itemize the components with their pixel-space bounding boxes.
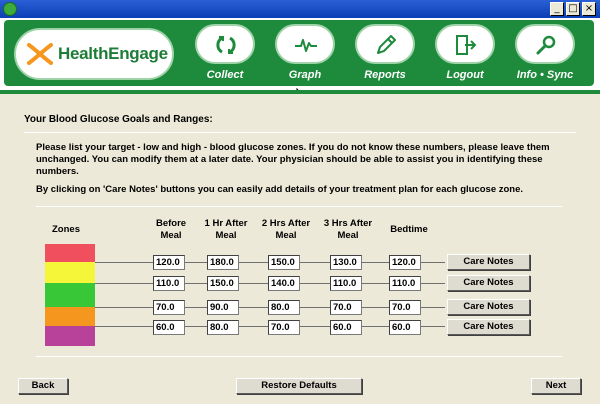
column-header-before-meal: Before Meal <box>146 218 196 242</box>
logo-icon <box>27 43 53 65</box>
nav-reports-circle <box>355 24 415 64</box>
bedtime-target-high-input[interactable]: 110.0 <box>389 276 421 291</box>
nav-collect-label: Collect <box>206 69 244 81</box>
maximize-button[interactable]: □ <box>566 2 580 16</box>
2hrs-after-target-high-input[interactable]: 140.0 <box>268 276 300 291</box>
instructions-paragraph: Please list your target - low and high -… <box>36 142 550 177</box>
bedtime-high-threshold-input[interactable]: 120.0 <box>389 255 421 270</box>
nav-info-sync-label: Info • Sync <box>516 69 574 81</box>
instructions: Please list your target - low and high -… <box>36 142 576 202</box>
next-button[interactable]: Next <box>531 378 581 394</box>
nav-graph-button[interactable]: Graph <box>270 24 340 88</box>
before-meal-high-threshold-input[interactable]: 120.0 <box>153 255 185 270</box>
zone-band-very-high <box>45 244 95 262</box>
title-bar[interactable]: _ □ × <box>0 0 600 18</box>
column-header-bedtime: Bedtime <box>384 224 434 236</box>
column-header-line: Meal <box>337 230 359 241</box>
column-header-line: Meal <box>160 230 182 241</box>
2hrs-after-low-threshold-input[interactable]: 70.0 <box>268 320 300 335</box>
1hr-after-target-low-input[interactable]: 90.0 <box>207 300 239 315</box>
exit-door-icon <box>456 35 477 55</box>
zones-header: Zones <box>52 224 80 235</box>
nav-logout-button[interactable]: Logout <box>430 24 500 88</box>
2hrs-after-high-threshold-input[interactable]: 150.0 <box>268 255 300 270</box>
nav-reports-label: Reports <box>364 69 406 81</box>
column-header-1hr-after-meal: 1 Hr After Meal <box>198 218 254 242</box>
column-header-2hrs-after-meal: 2 Hrs After Meal <box>254 218 318 242</box>
3hrs-after-target-high-input[interactable]: 110.0 <box>330 276 362 291</box>
before-meal-target-low-input[interactable]: 70.0 <box>153 300 185 315</box>
nav-collect-button[interactable]: Collect <box>190 24 260 88</box>
nav-graph-label: Graph <box>288 69 322 81</box>
care-notes-button[interactable]: Care Notes <box>447 299 530 315</box>
minimize-button[interactable]: _ <box>550 2 564 16</box>
zone-band-low <box>45 307 95 326</box>
column-header-line: Before <box>155 218 187 229</box>
heartbeat-icon <box>295 39 317 52</box>
care-notes-button[interactable]: Care Notes <box>447 254 530 270</box>
back-button[interactable]: Back <box>18 378 68 394</box>
1hr-after-high-threshold-input[interactable]: 180.0 <box>207 255 239 270</box>
1hr-after-low-threshold-input[interactable]: 80.0 <box>207 320 239 335</box>
divider <box>24 132 576 133</box>
app-header: HealthEngage Collect Graph Reports Logou… <box>0 18 600 106</box>
zone-band-high <box>45 262 95 283</box>
column-header-line: Bedtime <box>390 224 428 235</box>
column-header-line: 2 Hrs After <box>261 218 311 229</box>
column-header-line: Meal <box>215 230 237 241</box>
zone-band-very-low <box>45 326 95 346</box>
divider <box>36 206 562 207</box>
logo-text: HealthEngage <box>58 44 168 63</box>
section-title: Your Blood Glucose Goals and Ranges: <box>24 114 213 125</box>
before-meal-low-threshold-input[interactable]: 60.0 <box>153 320 185 335</box>
before-meal-target-high-input[interactable]: 110.0 <box>153 276 185 291</box>
refresh-icon <box>216 36 236 54</box>
nav-info-sync-circle <box>515 24 575 64</box>
app-icon <box>3 2 17 16</box>
3hrs-after-low-threshold-input[interactable]: 60.0 <box>330 320 362 335</box>
nav-reports-button[interactable]: Reports <box>350 24 420 88</box>
column-header-3hrs-after-meal: 3 Hrs After Meal <box>316 218 380 242</box>
instructions-paragraph: By clicking on 'Care Notes' buttons you … <box>36 184 524 195</box>
app-window: _ □ × HealthEngage Collect Graph Reports… <box>0 0 600 404</box>
close-button[interactable]: × <box>582 2 596 16</box>
bedtime-low-threshold-input[interactable]: 60.0 <box>389 320 421 335</box>
nav-info-sync-button[interactable]: Info • Sync <box>510 24 580 88</box>
column-header-line: Meal <box>275 230 297 241</box>
column-header-line: 3 Hrs After <box>323 218 373 229</box>
nav-logout-circle <box>435 24 495 64</box>
magnifier-icon <box>536 35 556 55</box>
2hrs-after-target-low-input[interactable]: 80.0 <box>268 300 300 315</box>
care-notes-button[interactable]: Care Notes <box>447 319 530 335</box>
care-notes-button[interactable]: Care Notes <box>447 275 530 291</box>
1hr-after-target-high-input[interactable]: 150.0 <box>207 276 239 291</box>
bedtime-target-low-input[interactable]: 70.0 <box>389 300 421 315</box>
zone-band-target <box>45 283 95 307</box>
restore-defaults-button[interactable]: Restore Defaults <box>236 378 362 394</box>
pencil-icon <box>377 35 396 54</box>
nav-collect-circle <box>195 24 255 64</box>
3hrs-after-target-low-input[interactable]: 70.0 <box>330 300 362 315</box>
nav-graph-circle <box>275 24 335 64</box>
healthengage-logo: HealthEngage <box>14 28 174 80</box>
main-content: Your Blood Glucose Goals and Ranges: Ple… <box>0 90 600 404</box>
3hrs-after-high-threshold-input[interactable]: 130.0 <box>330 255 362 270</box>
column-header-line: 1 Hr After <box>204 218 248 229</box>
divider <box>36 356 562 357</box>
nav-logout-label: Logout <box>446 69 484 81</box>
